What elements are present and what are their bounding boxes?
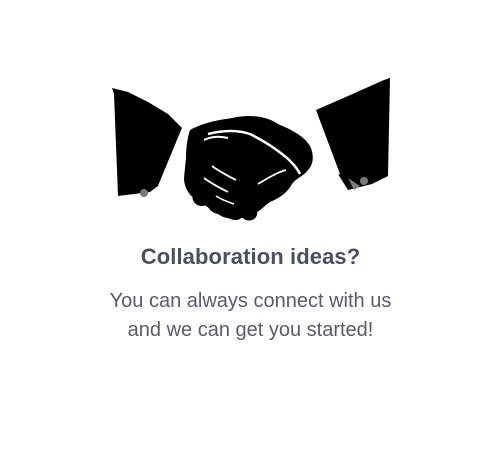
message-line-1: You can always connect with us (109, 290, 392, 312)
heading: Collaboration ideas? (140, 244, 361, 269)
message-line-2: and we can get you started! (127, 319, 374, 341)
collaboration-card: Collaboration ideas? You can always conn… (0, 0, 501, 450)
handshake-icon (112, 78, 390, 221)
message-text: You can always connect with us and we ca… (0, 287, 501, 345)
